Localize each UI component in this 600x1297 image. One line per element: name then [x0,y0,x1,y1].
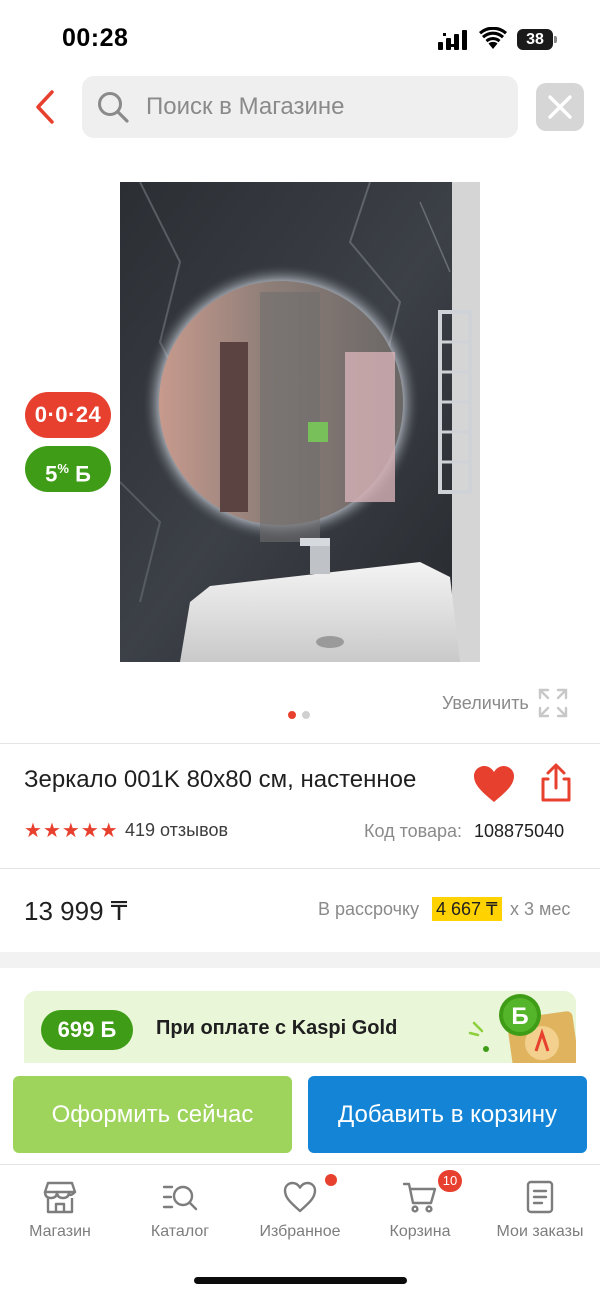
zoom-label: Увеличить [442,692,529,713]
installment-term: х 3 мес [510,899,571,919]
product-image[interactable] [120,182,480,662]
search-bar[interactable] [82,76,518,138]
close-icon [548,95,572,119]
star-icon: ★ [24,820,42,842]
search-input[interactable] [146,76,506,138]
bonus-percent: 5 [45,461,58,487]
home-indicator [194,1277,407,1284]
sku-label: Код товара: [364,821,463,841]
tab-label: Избранное [259,1223,341,1240]
star-icon: ★ [99,820,118,842]
heart-icon [283,1181,317,1213]
bonus-percent-symbol: % [57,461,69,476]
back-chevron-icon[interactable] [28,86,64,128]
tab-label: Мои заказы [496,1223,584,1240]
tab-label: Каталог [150,1223,210,1240]
store-icon [43,1181,77,1214]
battery-icon: 38 [517,29,557,50]
tab-catalog[interactable]: Каталог [120,1179,240,1249]
cellular-signal-icon [438,30,467,50]
product-price: 13 999 ₸ [24,896,128,926]
kaspi-gold-banner[interactable]: 699 Б При оплате с Kaspi Gold Б [24,991,576,1063]
kaspi-gold-card-icon: Б [468,994,576,1063]
clear-search-button[interactable] [536,83,584,131]
rating-stars: ★ ★ ★ ★ ★ [24,820,118,842]
buy-now-button[interactable]: Оформить сейчас [13,1076,292,1153]
image-pager [288,711,310,719]
star-icon: ★ [80,820,99,842]
tab-store[interactable]: Магазин [0,1179,120,1249]
bonus-currency: Б [75,461,91,487]
catalog-search-icon [162,1185,198,1211]
tab-favorites[interactable]: Избранное [240,1179,360,1249]
svg-text:Б: Б [511,1003,528,1030]
tab-label: Магазин [29,1223,91,1240]
divider [0,743,600,744]
pager-dot-active [288,711,296,719]
installment-label: В рассрочку [318,899,420,919]
tab-label: Корзина [389,1223,451,1240]
favorite-heart-icon[interactable] [472,764,516,804]
star-icon: ★ [42,820,61,842]
add-to-cart-button[interactable]: Добавить в корзину [308,1076,587,1153]
orders-icon [526,1180,554,1214]
favorites-notification-dot [325,1174,337,1186]
section-separator [0,952,600,968]
search-icon [98,92,129,123]
zoom-button[interactable]: Увеличить [442,686,569,720]
cart-icon [402,1182,437,1213]
expand-icon [538,688,568,718]
product-title: Зеркало 001K 80x80 см, настенное [24,766,417,793]
sku-value: 108875040 [474,821,565,841]
tab-orders[interactable]: Мои заказы [480,1179,600,1249]
divider [0,868,600,869]
share-icon[interactable] [536,762,576,804]
cart-count-badge: 10 [438,1170,462,1192]
timer-badge: 0·0·24 [25,392,111,438]
status-time: 00:28 [62,24,129,52]
kaspi-gold-text: При оплате с Kaspi Gold [156,1017,398,1039]
battery-level-text: 38 [526,31,544,48]
tab-cart[interactable]: Корзина [360,1179,480,1249]
star-icon: ★ [61,820,80,842]
pager-dot [302,711,310,719]
reviews-link[interactable]: 419 отзывов [125,820,228,841]
kaspi-gold-bonus: 699 Б [41,1010,133,1050]
status-bar: 00:28 38 [0,0,600,78]
installment-amount: 4 667 ₸ [432,897,502,921]
wifi-icon [479,27,507,49]
bonus-badge: 5% Б [25,446,111,492]
